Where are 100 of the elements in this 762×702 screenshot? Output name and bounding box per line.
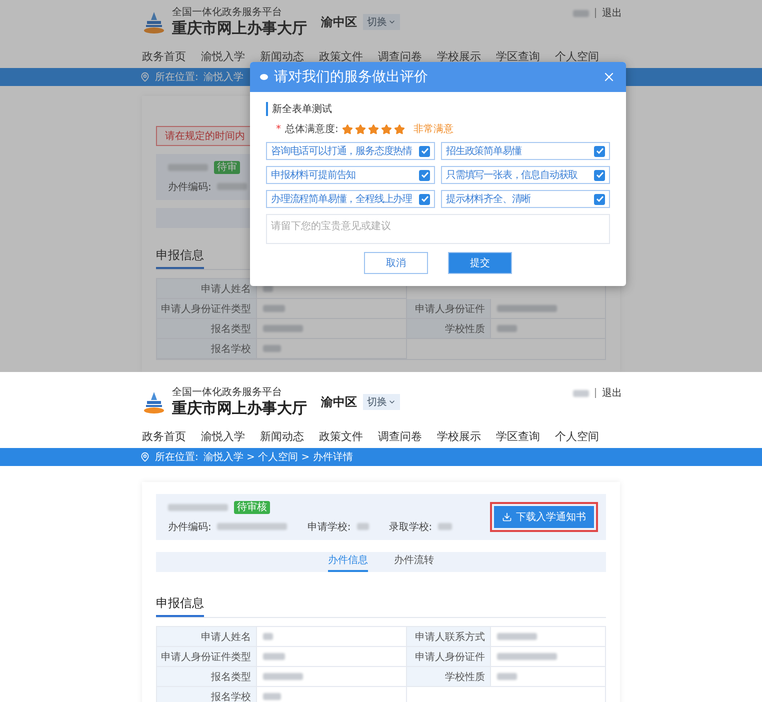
submit-button[interactable]: 提交 — [448, 252, 512, 274]
option-choice[interactable]: 提示材料齐全、清晰 — [441, 190, 610, 208]
blurred-value — [168, 164, 208, 170]
checkbox[interactable] — [419, 170, 430, 180]
nav-link[interactable]: 学校展示 — [437, 428, 496, 444]
breadcrumb-path: 渝悦入学 — [203, 70, 244, 84]
close-icon[interactable] — [602, 70, 616, 84]
blurred-value — [497, 673, 517, 680]
option-choice[interactable]: 申报材料可提前告知 — [266, 166, 435, 184]
option-choice[interactable]: 只需填写一张表，信息自动获取 — [441, 166, 610, 184]
field-label: 报名学校 — [157, 687, 257, 702]
site-title: 重庆市网上办事大厅 — [172, 399, 307, 417]
nav-link[interactable]: 学区查询 — [496, 428, 555, 444]
nav-link[interactable]: 个人空间 — [555, 48, 614, 64]
blurred-value — [438, 523, 452, 530]
option-choice[interactable]: 咨询电话可以打通，服务态度热情 — [266, 142, 435, 160]
status-badge: 待审核 — [234, 500, 270, 514]
section-title: 申报信息 — [156, 247, 204, 269]
star-icon[interactable] — [342, 124, 354, 134]
star-icon[interactable] — [381, 124, 392, 134]
field-label: 申请人姓名 — [157, 627, 257, 647]
school-label: 申请学校: — [307, 520, 351, 534]
caret-icon — [388, 18, 396, 26]
warning-text: 请在规定的时间内 — [165, 130, 245, 143]
location-pin-icon — [140, 452, 150, 462]
blurred-value — [217, 183, 248, 190]
status-badge: 待审 — [214, 160, 240, 174]
dialog-title: 请对我们的服务做出评价 — [274, 68, 428, 86]
star-icon[interactable] — [368, 124, 380, 134]
checkbox[interactable] — [594, 170, 605, 180]
breadcrumb-path: 渝悦入学 > 个人空间 > 办件详情 — [203, 450, 353, 464]
option-choice[interactable]: 招生政策简单易懂 — [441, 142, 610, 160]
blurred-value — [497, 305, 557, 312]
field-label: 申请人身份证件 — [407, 647, 491, 667]
blurred-value — [356, 523, 369, 530]
blurred-value — [263, 345, 281, 352]
nav-link[interactable]: 新闻动态 — [260, 428, 319, 444]
field-label: 申请人身份证件类型 — [157, 647, 257, 667]
nav-link[interactable]: 个人空间 — [555, 428, 614, 444]
rating-label: 总体满意度: — [285, 122, 338, 136]
logout-link[interactable]: 退出 — [602, 6, 622, 20]
nav-link[interactable]: 政策文件 — [319, 428, 378, 444]
blurred-value — [497, 633, 537, 640]
blurred-value — [263, 693, 281, 700]
nav-link[interactable]: 新闻动态 — [260, 48, 319, 64]
nav-link[interactable]: 调查问卷 — [378, 48, 437, 64]
case-code-label: 办件编码: — [168, 520, 212, 534]
checkbox[interactable] — [419, 194, 430, 204]
location-pin-icon — [140, 72, 150, 82]
switch-button[interactable]: 切换 — [363, 14, 400, 30]
nav-link[interactable]: 调查问卷 — [378, 428, 437, 444]
district-name: 渝中区 — [321, 394, 357, 410]
blurred-value — [217, 523, 288, 530]
logout-link[interactable]: 退出 — [602, 386, 622, 400]
field-label: 申请人身份证件 — [407, 299, 491, 319]
tab[interactable]: 办件流转 — [394, 552, 434, 572]
field-label: 报名类型 — [157, 319, 257, 339]
download-button[interactable]: 下载入学通知书 — [494, 506, 594, 528]
nav-link[interactable]: 学区查询 — [496, 48, 555, 64]
comment-field[interactable]: 请留下您的宝贵意见或建议 — [266, 214, 610, 244]
blurred-value — [263, 305, 285, 312]
star-icon[interactable] — [355, 124, 366, 134]
field-label: 申请人联系方式 — [407, 627, 491, 647]
blurred-value — [497, 653, 557, 660]
nav-link[interactable]: 学校展示 — [437, 48, 496, 64]
site-title: 重庆市网上办事大厅 — [172, 19, 307, 37]
nav-link[interactable]: 政务首页 — [142, 428, 201, 444]
blurred-value — [263, 633, 273, 640]
checkbox[interactable] — [419, 146, 430, 156]
field-label: 报名类型 — [157, 667, 257, 687]
nav-link[interactable]: 政务首页 — [142, 48, 201, 64]
checkbox[interactable] — [594, 194, 605, 204]
field-label: 申请人身份证件类型 — [157, 299, 257, 319]
tab[interactable]: 办件信息 — [328, 552, 368, 572]
checkbox[interactable] — [594, 146, 605, 156]
nav-link[interactable]: 渝悦入学 — [201, 428, 260, 444]
cancel-button[interactable]: 取消 — [364, 252, 428, 274]
section-title: 申报信息 — [156, 595, 204, 617]
blurred-value — [168, 504, 228, 510]
blurred-user-name — [573, 10, 589, 16]
field-label: 学校性质 — [407, 319, 491, 339]
case-code-label: 办件编码: — [168, 180, 212, 194]
blurred-value — [263, 673, 303, 680]
blurred-user-name — [573, 390, 589, 396]
school-label: 录取学校: — [388, 520, 432, 534]
rating-verdict: 非常满意 — [413, 122, 454, 136]
field-label: 申请人姓名 — [157, 279, 257, 299]
field-label: 学校性质 — [407, 667, 491, 687]
switch-button[interactable]: 切换 — [363, 394, 400, 410]
star-icon[interactable] — [394, 124, 406, 134]
nav-link[interactable]: 政策文件 — [319, 48, 378, 64]
breadcrumb-label: 所在位置: — [155, 70, 198, 84]
nav-link[interactable]: 渝悦入学 — [201, 48, 260, 64]
caret-icon — [388, 398, 396, 406]
platform-tagline: 全国一体化政务服务平台 — [172, 7, 283, 19]
blurred-value — [263, 653, 285, 660]
option-choice[interactable]: 办理流程简单易懂，全程线上办理 — [266, 190, 435, 208]
breadcrumb-label: 所在位置: — [155, 450, 198, 464]
required-mark: * — [276, 124, 281, 134]
district-name: 渝中区 — [321, 14, 357, 30]
